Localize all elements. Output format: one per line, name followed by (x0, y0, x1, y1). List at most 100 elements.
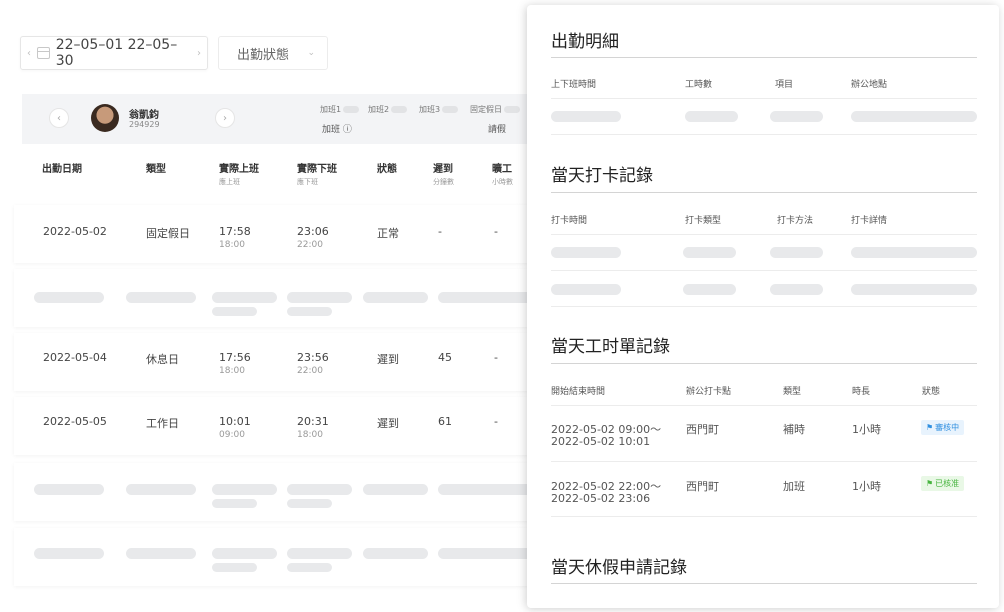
row-late: - (438, 225, 442, 238)
skeleton-bar (363, 548, 428, 559)
leave-summary-label: 請假 (488, 125, 507, 135)
row-out-sched: 22:00 (297, 366, 323, 376)
attendance-status-select[interactable]: 出勤狀態 ⌄ (218, 36, 328, 70)
col-status[interactable]: 狀態 (377, 160, 397, 175)
skeleton-bar (34, 484, 104, 495)
row-late: 45 (438, 351, 452, 364)
skeleton-bar (212, 484, 277, 495)
row-divider (551, 270, 977, 271)
skeleton-bar (287, 292, 352, 303)
skeleton-bar (363, 292, 428, 303)
row-divider (551, 306, 977, 307)
col-actual-in-sub: 應上班 (219, 178, 240, 186)
skeleton-bar (851, 247, 977, 258)
row-divider (551, 405, 977, 406)
table-row-loading (14, 269, 534, 327)
section-title-timesheet-records: 當天工时單記錄 (551, 337, 670, 357)
col-late-sub: 分鐘數 (433, 178, 454, 186)
row-divider (551, 234, 977, 235)
calendar-icon (37, 47, 50, 59)
row-in-sched: 18:00 (219, 240, 245, 250)
table-row[interactable]: 2022-05-04 休息日 17:56 18:00 23:56 22:00 遲… (14, 333, 534, 391)
row-status: 遲到 (377, 353, 399, 366)
status-badge-label: 審核中 (935, 423, 960, 432)
skeleton-bar (212, 307, 257, 316)
col-date[interactable]: 出勤日期 (42, 160, 82, 175)
skeleton-bar (287, 563, 332, 572)
skeleton-bar (683, 247, 736, 258)
skeleton-bar (287, 307, 332, 316)
table-row[interactable]: 2022-05-02 固定假日 17:58 18:00 23:06 22:00 … (14, 205, 534, 263)
ts-end: 2022-05-02 10:01 (551, 435, 651, 448)
avatar (91, 104, 119, 132)
skeleton-bar (438, 484, 534, 495)
th-office-punch: 辦公打卡點 (686, 387, 732, 397)
row-absent: - (494, 415, 498, 428)
date-range-picker[interactable]: ‹ 22–05–01 22–05–30 › (20, 36, 208, 70)
col-type[interactable]: 類型 (146, 160, 166, 175)
table-row[interactable]: 2022-05-05 工作日 10:01 09:00 20:31 18:00 遲… (14, 397, 534, 455)
chevron-right-icon[interactable]: › (197, 48, 201, 59)
row-date: 2022-05-04 (43, 351, 107, 364)
skeleton-bar (212, 292, 277, 303)
row-status: 遲到 (377, 417, 399, 430)
col-actual-out-sub: 應下班 (297, 178, 318, 186)
table-row-loading (14, 463, 534, 521)
skeleton-bar (551, 284, 621, 295)
row-divider (551, 461, 977, 462)
section-title-attendance-detail: 出勤明細 (551, 32, 619, 52)
th-item: 項目 (775, 80, 794, 90)
employee-name: 翁凱鈞 (129, 110, 159, 121)
row-late: 61 (438, 415, 452, 428)
skeleton-bar (551, 247, 621, 258)
skeleton-bar (287, 499, 332, 508)
row-status: 正常 (377, 227, 399, 240)
row-out: 20:31 (297, 415, 329, 428)
col-actual-out[interactable]: 實際下班 (297, 160, 337, 175)
status-badge-label: 已核准 (935, 479, 960, 488)
skeleton-bar (34, 548, 104, 559)
row-divider (551, 516, 977, 517)
skeleton-bar (287, 548, 352, 559)
table-row-loading (14, 528, 534, 586)
skeleton-bar (770, 111, 823, 122)
col-late[interactable]: 遲到 (433, 160, 453, 175)
col-absent[interactable]: 曠工 (492, 160, 512, 175)
ot2-label: 加班2 (368, 105, 390, 114)
chevron-left-icon[interactable]: ‹ (27, 48, 31, 59)
ts-type: 補時 (783, 423, 805, 436)
col-actual-in[interactable]: 實際上班 (219, 160, 259, 175)
skeleton-bar (212, 548, 277, 559)
skeleton-bar (551, 111, 621, 122)
skeleton-bar (126, 484, 196, 495)
ot2-indicator: 加班2 (368, 104, 408, 115)
ts-duration: 1小時 (852, 480, 881, 493)
row-divider (551, 134, 977, 135)
row-out-sched: 22:00 (297, 240, 323, 250)
ot-summary-label: 加班 ⓘ (322, 125, 352, 135)
filter-bar: ‹ 22–05–01 22–05–30 › 出勤狀態 ⌄ (20, 36, 328, 70)
row-out-sched: 18:00 (297, 430, 323, 440)
skeleton-bar (212, 499, 257, 508)
ot1-label: 加班1 (320, 105, 342, 114)
ot3-indicator: 加班3 (419, 104, 459, 115)
th-office: 辦公地點 (851, 80, 888, 90)
chevron-down-icon: ⌄ (307, 48, 315, 58)
ts-location: 西門町 (686, 480, 719, 493)
ts-duration: 1小時 (852, 423, 881, 436)
skeleton-bar (851, 111, 977, 122)
status-select-label: 出勤狀態 (237, 47, 290, 63)
fixed-holiday-value (504, 106, 520, 113)
skeleton-bar (770, 247, 823, 258)
section-divider (551, 57, 977, 58)
th-type: 類型 (783, 387, 802, 397)
section-title-leave-records: 當天休假申請記錄 (551, 558, 687, 578)
next-employee-button[interactable]: › (215, 108, 235, 128)
employee-id: 294929 (129, 120, 160, 129)
prev-employee-button[interactable]: ‹ (49, 108, 69, 128)
skeleton-bar (126, 548, 196, 559)
flag-icon: ⚑ (926, 423, 934, 432)
skeleton-bar (363, 484, 428, 495)
th-work-time: 上下班時間 (551, 80, 597, 90)
th-punch-time: 打卡時間 (551, 216, 588, 226)
